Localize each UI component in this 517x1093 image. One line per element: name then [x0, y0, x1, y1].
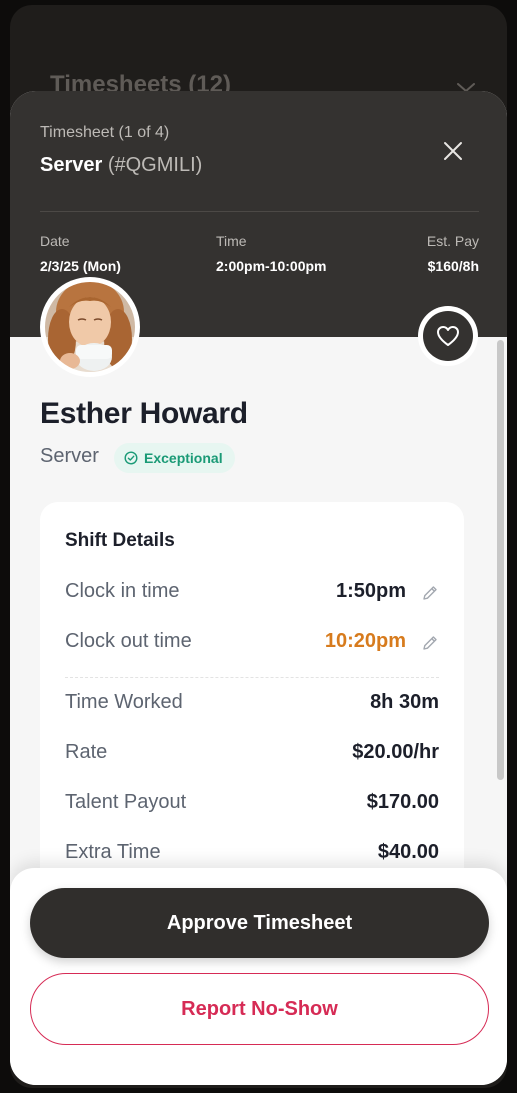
- worker-name: Esther Howard: [40, 397, 248, 430]
- date-value: 2/3/25 (Mon): [40, 258, 121, 274]
- talent-payout-label: Talent Payout: [65, 791, 187, 813]
- status-badge: Exceptional: [114, 443, 235, 473]
- clock-out-label: Clock out time: [65, 630, 192, 652]
- extra-time-label: Extra Time: [65, 841, 161, 863]
- timesheet-counter: Timesheet (1 of 4): [40, 124, 170, 141]
- talent-payout-value: $170.00: [366, 791, 439, 813]
- est-pay-label: Est. Pay: [426, 233, 479, 249]
- time-worked-value: 8h 30m: [370, 691, 439, 713]
- clock-in-label: Clock in time: [65, 580, 180, 602]
- edit-clock-in-icon[interactable]: [421, 584, 439, 602]
- time-value: 2:00pm-10:00pm: [216, 258, 327, 274]
- avatar: [40, 277, 140, 377]
- edit-clock-out-icon[interactable]: [421, 634, 439, 652]
- favorite-button-inner: [423, 311, 473, 361]
- scrollbar[interactable]: [497, 340, 504, 780]
- worker-role: Server: [40, 445, 99, 467]
- rate-label: Rate: [65, 741, 108, 763]
- shift-role-title: Server (#QGMILI): [40, 154, 202, 177]
- shift-details-title: Shift Details: [65, 530, 175, 551]
- check-badge-icon: [124, 451, 138, 465]
- timesheet-modal: Timesheet (1 of 4) Server (#QGMILI) Date…: [10, 91, 507, 1085]
- header-divider: [40, 211, 479, 212]
- heart-icon: [437, 326, 459, 346]
- extra-time-value: $40.00: [377, 841, 439, 863]
- action-footer: Approve Timesheet Report No-Show: [10, 868, 507, 1085]
- close-icon[interactable]: [440, 138, 466, 164]
- badge-label: Exceptional: [144, 450, 223, 466]
- shift-details-card: Shift Details Clock in time 1:50pm Clock…: [40, 502, 464, 922]
- report-no-show-button[interactable]: Report No-Show: [30, 973, 489, 1045]
- shift-code: (#QGMILI): [107, 154, 203, 176]
- clock-in-value: 1:50pm: [335, 580, 406, 602]
- shift-role: Server: [40, 154, 103, 176]
- clock-out-value: 10:20pm: [324, 630, 406, 652]
- favorite-button[interactable]: [418, 306, 478, 366]
- rate-value: $20.00/hr: [352, 741, 439, 763]
- est-pay-value: $160/8h: [427, 258, 479, 274]
- time-worked-label: Time Worked: [65, 691, 183, 713]
- time-label: Time: [216, 233, 247, 249]
- date-label: Date: [40, 233, 70, 249]
- approve-timesheet-button[interactable]: Approve Timesheet: [30, 888, 489, 958]
- details-divider: [65, 677, 439, 678]
- avatar-photo: [41, 278, 139, 376]
